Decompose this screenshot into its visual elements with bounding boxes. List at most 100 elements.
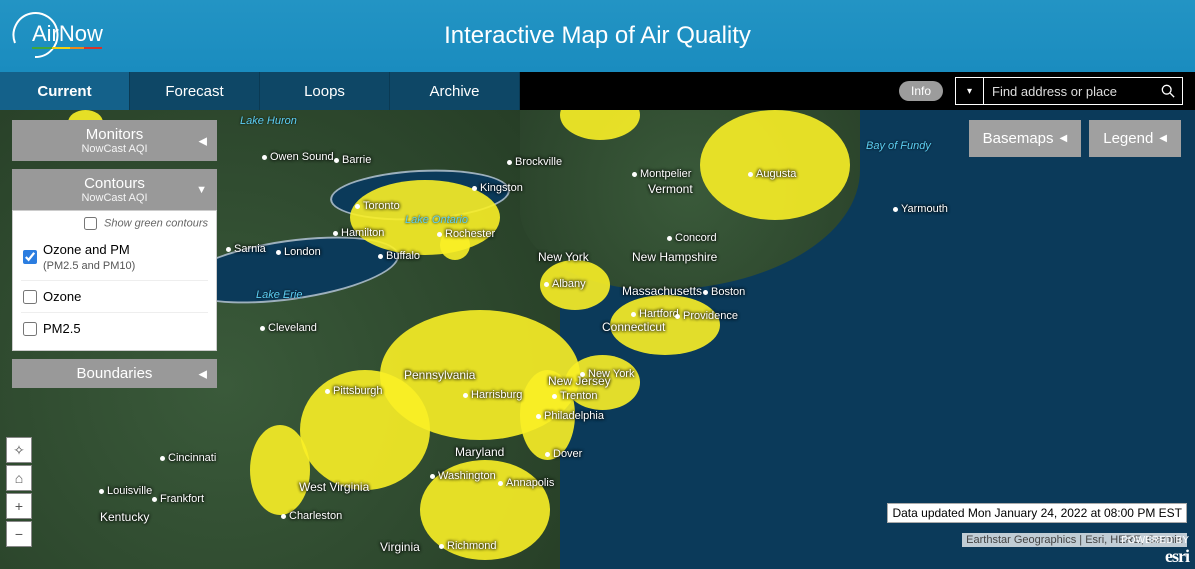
app-banner: AirNow Interactive Map of Air Quality: [0, 0, 1195, 72]
contour-checkbox-ozone-pm[interactable]: [23, 250, 37, 264]
map-canvas[interactable]: Lake HuronLake OntarioLake ErieBay of Fu…: [0, 110, 1195, 569]
state-label: Maryland: [455, 445, 504, 459]
green-contours-checkbox[interactable]: [84, 217, 97, 230]
svg-text:AirNow: AirNow: [32, 21, 103, 46]
page-title: Interactive Map of Air Quality: [444, 22, 751, 50]
city-label: Owen Sound: [262, 151, 334, 163]
contour-label: PM2.5: [43, 321, 81, 336]
city-label: Richmond: [439, 540, 497, 552]
city-label: Kingston: [472, 182, 523, 194]
info-button[interactable]: Info: [899, 81, 943, 101]
contour-checkbox-pm25[interactable]: [23, 322, 37, 336]
green-contours-toggle[interactable]: Show green contours: [21, 217, 208, 234]
contour-label: Ozone and PM: [43, 242, 130, 257]
state-label: Connecticut: [602, 320, 665, 334]
nav-bar: Current Forecast Loops Archive Info ▾: [0, 72, 1195, 110]
tab-forecast[interactable]: Forecast: [130, 72, 260, 110]
contour-label: Ozone: [43, 289, 81, 304]
panel-monitors-subtitle: NowCast AQI: [16, 143, 213, 155]
water-label: Lake Ontario: [405, 214, 468, 226]
legend-button[interactable]: Legend ◀: [1089, 120, 1181, 157]
state-label: Pennsylvania: [404, 368, 475, 382]
city-label: Augusta: [748, 168, 796, 180]
tab-archive[interactable]: Archive: [390, 72, 520, 110]
city-label: Louisville: [99, 485, 152, 497]
layer-panels: Monitors NowCast AQI ◀ Contours NowCast …: [12, 120, 217, 388]
zoom-in-button[interactable]: +: [6, 493, 32, 519]
city-label: Sarnia: [226, 243, 266, 255]
chevron-left-icon: ◀: [199, 134, 207, 147]
water-label: Lake Huron: [240, 115, 297, 127]
contour-option-pm25[interactable]: PM2.5: [21, 313, 208, 344]
search-input[interactable]: [984, 78, 1154, 104]
search-box: ▾: [955, 77, 1183, 105]
city-label: Barrie: [334, 154, 371, 166]
basemaps-label: Basemaps: [983, 130, 1054, 147]
green-contours-label: Show green contours: [104, 217, 208, 229]
map-toggle-buttons: Basemaps ◀ Legend ◀: [969, 120, 1181, 157]
city-label: Philadelphia: [536, 410, 604, 422]
city-label: Hamilton: [333, 227, 384, 239]
city-label: Charleston: [281, 510, 342, 522]
city-label: Boston: [703, 286, 745, 298]
contour-checkbox-ozone[interactable]: [23, 290, 37, 304]
state-label: New York: [538, 250, 589, 264]
basemaps-button[interactable]: Basemaps ◀: [969, 120, 1082, 157]
aqi-contour: [250, 425, 310, 515]
city-label: Rochester: [437, 228, 495, 240]
data-updated-text: Data updated Mon January 24, 2022 at 08:…: [887, 503, 1187, 523]
panel-monitors-title: Monitors: [16, 126, 213, 143]
state-label: West Virginia: [299, 480, 369, 494]
city-label: Trenton: [552, 390, 598, 402]
home-button[interactable]: ⌂: [6, 465, 32, 491]
contour-option-ozone[interactable]: Ozone: [21, 281, 208, 313]
panel-contours-header[interactable]: Contours NowCast AQI ▼: [12, 169, 217, 210]
city-label: London: [276, 246, 321, 258]
compass-button[interactable]: ✧: [6, 437, 32, 463]
contour-option-ozone-pm[interactable]: Ozone and PM (PM2.5 and PM10): [21, 234, 208, 281]
city-label: Toronto: [355, 200, 400, 212]
state-label: Massachusetts: [622, 284, 702, 298]
panel-boundaries-title: Boundaries: [16, 365, 213, 382]
city-label: Yarmouth: [893, 203, 948, 215]
esri-wordmark: esri: [1165, 546, 1189, 566]
legend-label: Legend: [1103, 130, 1153, 147]
home-icon: ⌂: [15, 470, 23, 486]
state-label: New Hampshire: [632, 250, 717, 264]
chevron-left-icon: ◀: [1159, 133, 1167, 144]
chevron-down-icon: ▼: [196, 184, 207, 196]
water-label: Lake Erie: [256, 289, 302, 301]
panel-monitors-header[interactable]: Monitors NowCast AQI ◀: [12, 120, 217, 161]
contour-sublabel: (PM2.5 and PM10): [43, 260, 135, 272]
city-label: Cleveland: [260, 322, 317, 334]
city-label: Cincinnati: [160, 452, 216, 464]
chevron-left-icon: ◀: [1060, 133, 1068, 144]
panel-contours-title: Contours: [16, 175, 213, 192]
aqi-contour: [700, 110, 850, 220]
city-label: Annapolis: [498, 477, 554, 489]
search-button[interactable]: [1154, 78, 1182, 104]
powered-by-text: POWERED BY: [1121, 535, 1189, 546]
search-dropdown[interactable]: ▾: [956, 78, 984, 104]
city-label: Brockville: [507, 156, 562, 168]
panel-contours-subtitle: NowCast AQI: [16, 192, 213, 204]
city-label: Frankfort: [152, 493, 204, 505]
city-label: Buffalo: [378, 250, 420, 262]
state-label: Vermont: [648, 182, 693, 196]
zoom-out-button[interactable]: −: [6, 521, 32, 547]
chevron-left-icon: ◀: [199, 367, 207, 380]
search-icon: [1161, 84, 1175, 98]
state-label: Virginia: [380, 540, 420, 554]
plus-icon: +: [15, 498, 23, 514]
panel-contours: Contours NowCast AQI ▼ Show green contou…: [12, 169, 217, 351]
panel-boundaries-header[interactable]: Boundaries ◀: [12, 359, 217, 388]
esri-logo: POWERED BY esri: [1121, 535, 1189, 567]
city-label: Harrisburg: [463, 389, 522, 401]
main-tabs: Current Forecast Loops Archive: [0, 72, 520, 110]
tab-loops[interactable]: Loops: [260, 72, 390, 110]
city-label: Providence: [675, 310, 738, 322]
tab-current[interactable]: Current: [0, 72, 130, 110]
panel-contours-body: Show green contours Ozone and PM (PM2.5 …: [12, 210, 217, 351]
minus-icon: −: [15, 526, 23, 542]
airnow-logo[interactable]: AirNow: [10, 11, 130, 61]
